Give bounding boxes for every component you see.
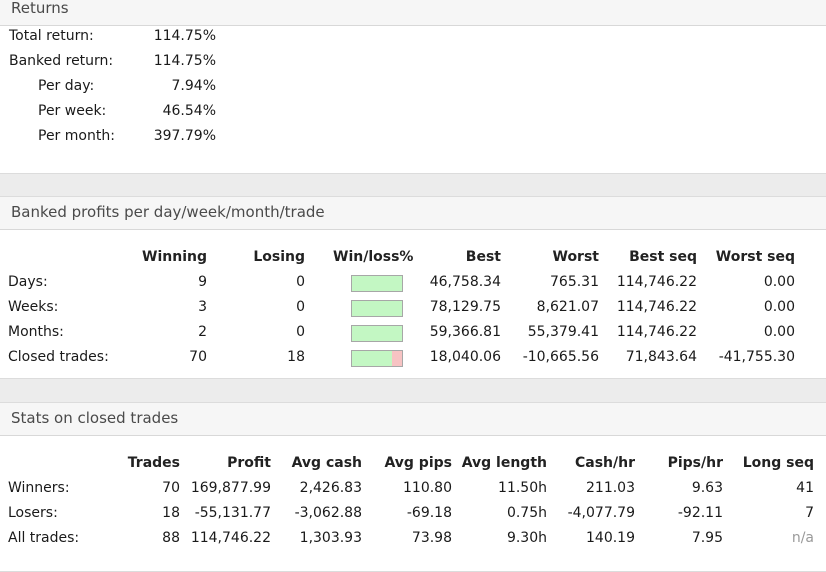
banked-title: Banked profits per day/week/month/trade bbox=[0, 197, 826, 230]
win-loss-bar bbox=[351, 350, 403, 367]
stats-header: Long seq bbox=[742, 455, 814, 471]
banked-cell-losing: 18 bbox=[287, 349, 305, 365]
stats-title: Stats on closed trades bbox=[0, 403, 826, 436]
banked-cell-worst-seq: 0.00 bbox=[763, 324, 795, 340]
banked-row-label: Months: bbox=[8, 324, 64, 340]
banked-cell-worst-seq: 0.00 bbox=[763, 274, 795, 290]
returns-row-value: 397.79% bbox=[153, 128, 216, 144]
returns-row-value: 7.94% bbox=[171, 78, 216, 94]
banked-row-label: Days: bbox=[8, 274, 48, 290]
win-loss-bar bbox=[351, 275, 403, 292]
returns-row-value: 46.54% bbox=[162, 103, 216, 119]
win-fill bbox=[352, 301, 402, 316]
stats-cell-long-seq: n/a bbox=[791, 530, 814, 546]
win-fill bbox=[352, 326, 402, 341]
banked-cell-worst-seq: 0.00 bbox=[763, 299, 795, 315]
banked-header: Worst seq bbox=[715, 249, 795, 265]
win-fill bbox=[352, 276, 402, 291]
banked-header: Losing bbox=[253, 249, 305, 265]
returns-row-value: 114.75% bbox=[153, 53, 216, 69]
banked-cell-losing: 0 bbox=[296, 299, 305, 315]
stats-cell-long-seq: 41 bbox=[796, 480, 814, 496]
returns-title: Returns bbox=[0, 0, 826, 26]
win-loss-bar bbox=[351, 325, 403, 342]
returns-row-value: 114.75% bbox=[153, 28, 216, 44]
stats-panel: Stats on closed trades Trades Profit Avg c… bbox=[0, 402, 826, 572]
banked-row-label: Weeks: bbox=[8, 299, 59, 315]
stats-cell-long-seq: 7 bbox=[805, 505, 814, 521]
banked-cell-worst-seq: -41,755.30 bbox=[718, 349, 795, 365]
loss-fill bbox=[391, 351, 402, 366]
banked-cell-losing: 0 bbox=[296, 274, 305, 290]
banked-panel: Banked profits per day/week/month/trade … bbox=[0, 196, 826, 379]
win-loss-bar bbox=[351, 300, 403, 317]
win-fill bbox=[352, 351, 392, 366]
banked-cell-losing: 0 bbox=[296, 324, 305, 340]
returns-panel: Returns Total return: 114.75% Banked retur… bbox=[0, 0, 826, 174]
